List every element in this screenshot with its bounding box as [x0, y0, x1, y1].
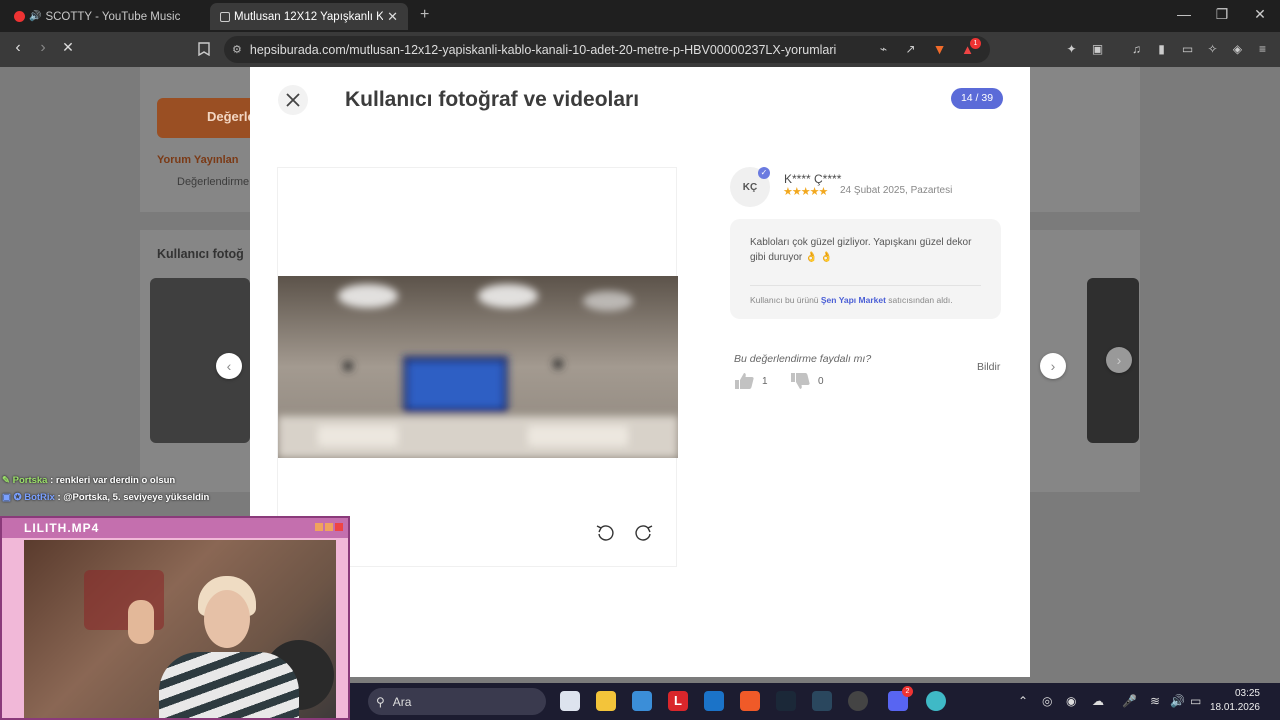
volume-icon[interactable]: 🔊 — [1170, 694, 1185, 708]
forward-icon[interactable]: › — [33, 39, 53, 57]
helpful-question: Bu değerlendirme faydalı mı? — [734, 353, 872, 365]
bookmark-icon[interactable] — [196, 42, 211, 57]
rotate-left-icon[interactable] — [595, 523, 615, 543]
menu-icon[interactable]: ≡ — [1255, 42, 1270, 57]
reviewer-name: K**** Ç**** — [784, 172, 842, 186]
verified-icon: ✓ — [758, 167, 770, 179]
sidebar-icon[interactable]: ▮ — [1154, 42, 1169, 57]
minimize-icon[interactable]: — — [1172, 6, 1196, 22]
thumbs-up-icon — [735, 373, 754, 389]
seller-info: Kullanıcı bu ürünü Şen Yapı Market satıc… — [750, 295, 953, 305]
camera-title: LILITH.MP4 — [24, 521, 100, 535]
rotate-right-icon[interactable] — [634, 523, 654, 543]
camera-titlebar: LILITH.MP4 — [2, 518, 348, 538]
gallery-title: Kullanıcı fotoğ — [157, 247, 244, 261]
search-placeholder: Ara — [392, 694, 412, 709]
tray-steam-icon[interactable]: ◉ — [1066, 694, 1076, 708]
close-tab-icon[interactable]: ✕ — [387, 9, 398, 25]
dislike-count: 0 — [818, 375, 824, 387]
youtube-music-icon — [14, 11, 25, 22]
tab-title: Mutlusan 12X12 Yapışkanlı Kablo — [234, 10, 384, 23]
back-icon[interactable]: ‹ — [8, 39, 28, 57]
discord-badge: 2 — [902, 686, 913, 697]
vpn-icon[interactable]: ◈ — [1230, 42, 1245, 57]
stream-camera-window: LILITH.MP4 — [0, 516, 350, 720]
windows-taskbar: ⚲ Ara L 2 ⌃ ◎ ◉ ☁ 🎤 ≋ 🔊 ▭ 03:25 18.01.20… — [350, 683, 1280, 720]
app-icon[interactable] — [926, 691, 946, 711]
seller-link[interactable]: Şen Yapı Market — [821, 295, 886, 305]
tray-cloud-icon[interactable]: ☁ — [1092, 694, 1104, 708]
l-app-icon[interactable]: L — [668, 691, 688, 711]
review-text: Kabloları çok güzel gizliyor. Yapışkanı … — [750, 237, 972, 263]
review-photo[interactable] — [278, 276, 678, 458]
publish-text: Yorum Yayınlan — [157, 154, 239, 166]
window-buttons — [315, 523, 343, 531]
page-icon — [220, 11, 230, 22]
rating-stars: ★★★★★ — [783, 186, 828, 198]
browser-toolbar: ‹ › ✕ ⚙ hepsiburada.com/mutlusan-12x12-y… — [0, 32, 1280, 67]
report-link[interactable]: Bildir — [977, 361, 1000, 373]
new-tab-icon[interactable]: + — [420, 6, 429, 24]
photo-modal: Kullanıcı fotoğraf ve videoları 14 / 39 — [250, 67, 1030, 677]
file-explorer-icon[interactable] — [596, 691, 616, 711]
tray-overflow-icon[interactable]: ⌃ — [1018, 694, 1028, 708]
site-info-icon[interactable]: ⚙ — [232, 43, 242, 56]
steam-icon[interactable] — [812, 691, 832, 711]
media-icon[interactable]: ♫ — [1129, 42, 1144, 57]
store-icon[interactable] — [632, 691, 652, 711]
mail-icon[interactable] — [704, 691, 724, 711]
close-icon — [286, 93, 300, 107]
share-icon[interactable]: ↗ — [903, 42, 918, 57]
like-count: 1 — [762, 375, 768, 387]
webcam-feed — [24, 540, 336, 718]
window-close-icon[interactable]: ✕ — [1248, 6, 1272, 23]
brave-icon[interactable] — [740, 691, 760, 711]
close-modal-button[interactable] — [278, 85, 308, 115]
next-photo-icon[interactable]: › — [1040, 353, 1066, 379]
extensions-icon[interactable]: ✦ — [1064, 42, 1079, 57]
speaker-icon[interactable]: 🔊 — [29, 11, 41, 22]
like-button[interactable]: 1 — [734, 373, 768, 389]
prev-photo-icon[interactable]: ‹ — [216, 353, 242, 379]
tab-title: SCOTTY - YouTube Music — [45, 10, 181, 23]
clock-time: 03:25 — [1234, 688, 1260, 699]
dislike-button[interactable]: 0 — [790, 373, 824, 389]
photo-viewer — [277, 167, 678, 567]
url-text: hepsiburada.com/mutlusan-12x12-yapiskanl… — [249, 42, 837, 57]
review-card: Kabloları çok güzel gizliyor. Yapışkanı … — [730, 219, 1001, 319]
leo-ai-icon[interactable]: ✧ — [1205, 42, 1220, 57]
tray-app-icon[interactable]: ◎ — [1042, 694, 1052, 708]
modal-title: Kullanıcı fotoğraf ve videoları — [345, 88, 640, 111]
divider — [750, 285, 981, 286]
thumbs-down-icon — [791, 373, 810, 389]
search-icon: ⚲ — [376, 694, 385, 709]
review-button: Değerlen — [157, 98, 263, 138]
gallery-next-icon: › — [1106, 347, 1132, 373]
browser-tab-strip: 🔊 SCOTTY - YouTube Music Mutlusan 12X12 … — [0, 0, 1280, 32]
steam-icon[interactable] — [776, 691, 796, 711]
brave-shield-icon[interactable]: ▼ — [932, 42, 947, 57]
obs-icon[interactable] — [848, 691, 868, 711]
battery-icon[interactable]: ▭ — [1190, 694, 1201, 708]
stop-loading-icon[interactable]: ✕ — [58, 39, 78, 56]
review-date: 24 Şubat 2025, Pazartesi — [840, 185, 953, 196]
eval-text: Değerlendirme — [177, 176, 250, 188]
microphone-icon[interactable]: 🎤 — [1122, 694, 1137, 708]
chat-line: ✎ Portska : renkleri var derdin o olsun — [2, 475, 176, 486]
clock-date: 18.01.2026 — [1209, 702, 1260, 713]
chat-line: ▣ ✪ BotRix : @Portska, 5. seviyeye yükse… — [2, 492, 210, 503]
wallet-icon[interactable]: ▭ — [1180, 42, 1195, 57]
wifi-icon[interactable]: ≋ — [1150, 694, 1160, 708]
screenshot-icon[interactable]: ▣ — [1090, 42, 1105, 57]
tab-hepsiburada[interactable]: Mutlusan 12X12 Yapışkanlı Kablo ✕ — [210, 3, 408, 30]
task-view-icon[interactable] — [560, 691, 580, 711]
tab-youtube-music[interactable]: 🔊 SCOTTY - YouTube Music — [4, 3, 206, 30]
taskbar-search[interactable]: ⚲ Ara — [368, 688, 546, 715]
reader-mode-icon[interactable]: ⌁ — [876, 42, 891, 57]
rewards-badge: 1 — [970, 38, 981, 49]
photo-counter: 14 / 39 — [951, 88, 1003, 109]
maximize-icon[interactable]: ❐ — [1210, 6, 1234, 23]
system-clock[interactable]: 03:25 18.01.2026 — [1210, 687, 1260, 715]
